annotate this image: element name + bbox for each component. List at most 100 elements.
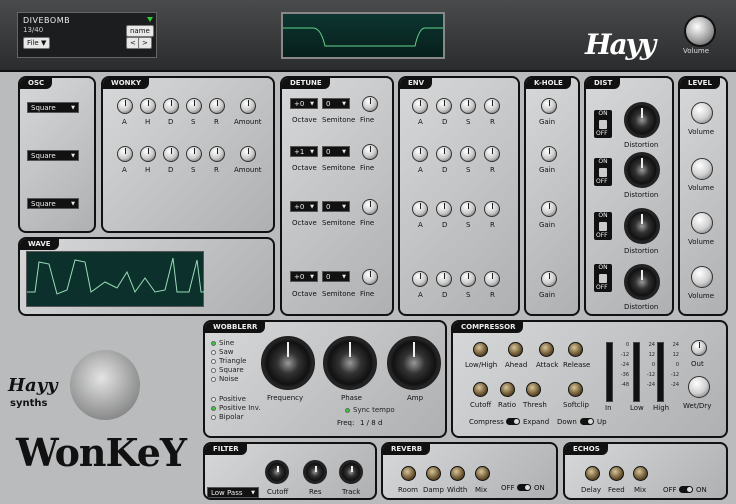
env2-a-knob[interactable] <box>412 146 428 162</box>
file-menu-button[interactable]: File ▼ <box>23 37 51 49</box>
filter-track-knob[interactable] <box>339 460 363 484</box>
wonky1-a-knob[interactable] <box>117 98 133 114</box>
env2-r-knob[interactable] <box>484 146 500 162</box>
env4-s-knob[interactable] <box>460 271 476 287</box>
detune3-octave-select[interactable]: +0 <box>290 201 318 213</box>
dist3-distortion-knob[interactable] <box>624 208 660 244</box>
wonky2-s-knob[interactable] <box>186 146 202 162</box>
env1-s-knob[interactable] <box>460 98 476 114</box>
reverb-width-knob[interactable] <box>450 466 465 481</box>
env4-d-knob[interactable] <box>436 271 452 287</box>
shape-square-radio[interactable]: Square <box>211 366 244 374</box>
comp-thresh-knob[interactable] <box>526 382 541 397</box>
osc3-wave-select[interactable]: Square <box>27 198 79 210</box>
osc1-wave-select[interactable]: Square <box>27 102 79 114</box>
wonky2-d-knob[interactable] <box>163 146 179 162</box>
wonky1-h-knob[interactable] <box>140 98 156 114</box>
reverb-mix-knob[interactable] <box>475 466 490 481</box>
comp-wetdry-knob[interactable] <box>688 376 710 398</box>
dist1-switch[interactable]: ON OFF <box>594 110 612 138</box>
comp-ahead-knob[interactable] <box>508 342 523 357</box>
wonky2-r-knob[interactable] <box>209 146 225 162</box>
env3-s-knob[interactable] <box>460 201 476 217</box>
wobble-phase-knob[interactable] <box>323 336 377 390</box>
reverb-damp-knob[interactable] <box>426 466 441 481</box>
env2-s-knob[interactable] <box>460 146 476 162</box>
comp-out-knob[interactable] <box>691 340 707 356</box>
name-button[interactable]: name <box>126 25 154 37</box>
sync-tempo-toggle[interactable]: Sync tempo <box>345 406 395 414</box>
polarity-positive-radio[interactable]: Positive <box>211 395 246 403</box>
detune2-octave-select[interactable]: +1 <box>290 146 318 158</box>
level2-volume-knob[interactable] <box>691 158 713 180</box>
level3-volume-knob[interactable] <box>691 212 713 234</box>
wonky1-r-knob[interactable] <box>209 98 225 114</box>
filter-res-knob[interactable] <box>303 460 327 484</box>
detune3-fine-knob[interactable] <box>362 199 378 215</box>
compress-expand-toggle[interactable] <box>506 418 520 425</box>
dist2-switch[interactable]: ON OFF <box>594 158 612 186</box>
echo-onoff-toggle[interactable] <box>679 486 693 493</box>
shape-noise-radio[interactable]: Noise <box>211 375 238 383</box>
detune1-semitone-select[interactable]: 0 <box>322 98 350 110</box>
wonky2-a-knob[interactable] <box>117 146 133 162</box>
comp-cutoff-knob[interactable] <box>473 382 488 397</box>
khole2-gain-knob[interactable] <box>541 146 557 162</box>
shape-saw-radio[interactable]: Saw <box>211 348 233 356</box>
env3-a-knob[interactable] <box>412 201 428 217</box>
reverb-onoff-toggle[interactable] <box>517 484 531 491</box>
dist1-distortion-knob[interactable] <box>624 102 660 138</box>
env3-r-knob[interactable] <box>484 201 500 217</box>
wonky2-h-knob[interactable] <box>140 146 156 162</box>
wonky1-s-knob[interactable] <box>186 98 202 114</box>
env1-a-knob[interactable] <box>412 98 428 114</box>
detune2-semitone-select[interactable]: 0 <box>322 146 350 158</box>
down-up-toggle[interactable] <box>580 418 594 425</box>
khole1-gain-knob[interactable] <box>541 98 557 114</box>
echo-mix-knob[interactable] <box>633 466 648 481</box>
shape-sine-radio[interactable]: Sine <box>211 339 234 347</box>
detune4-semitone-select[interactable]: 0 <box>322 271 350 283</box>
detune4-fine-knob[interactable] <box>362 269 378 285</box>
khole4-gain-knob[interactable] <box>541 271 557 287</box>
comp-ratio-knob[interactable] <box>500 382 515 397</box>
env1-r-knob[interactable] <box>484 98 500 114</box>
env2-d-knob[interactable] <box>436 146 452 162</box>
comp-release-knob[interactable] <box>568 342 583 357</box>
detune1-octave-select[interactable]: +0 <box>290 98 318 110</box>
reverb-room-knob[interactable] <box>401 466 416 481</box>
khole3-gain-knob[interactable] <box>541 201 557 217</box>
detune1-fine-knob[interactable] <box>362 96 378 112</box>
echo-feed-knob[interactable] <box>609 466 624 481</box>
filter-cutoff-knob[interactable] <box>265 460 289 484</box>
next-preset-button[interactable]: > <box>138 37 152 49</box>
wonky2-amount-knob[interactable] <box>240 146 256 162</box>
wonky1-d-knob[interactable] <box>163 98 179 114</box>
dist4-distortion-knob[interactable] <box>624 264 660 300</box>
wonky1-amount-knob[interactable] <box>240 98 256 114</box>
comp-lowhigh-knob[interactable] <box>473 342 488 357</box>
env4-a-knob[interactable] <box>412 271 428 287</box>
wobble-amp-knob[interactable] <box>387 336 441 390</box>
filter-type-select[interactable]: Low Pass <box>207 487 259 498</box>
wobble-frequency-knob[interactable] <box>261 336 315 390</box>
osc2-wave-select[interactable]: Square <box>27 150 79 162</box>
env4-r-knob[interactable] <box>484 271 500 287</box>
master-volume-knob[interactable] <box>686 17 714 45</box>
shape-triangle-radio[interactable]: Triangle <box>211 357 247 365</box>
level4-volume-knob[interactable] <box>691 266 713 288</box>
polarity-bipolar-radio[interactable]: Bipolar <box>211 413 244 421</box>
echo-delay-knob[interactable] <box>585 466 600 481</box>
level1-volume-knob[interactable] <box>691 102 713 124</box>
detune2-fine-knob[interactable] <box>362 144 378 160</box>
detune3-semitone-select[interactable]: 0 <box>322 201 350 213</box>
comp-attack-knob[interactable] <box>539 342 554 357</box>
env3-d-knob[interactable] <box>436 201 452 217</box>
detune4-octave-select[interactable]: +0 <box>290 271 318 283</box>
env1-d-knob[interactable] <box>436 98 452 114</box>
dist2-distortion-knob[interactable] <box>624 152 660 188</box>
polarity-positive-inv-radio[interactable]: Positive Inv. <box>211 404 261 412</box>
dist4-switch[interactable]: ON OFF <box>594 264 612 292</box>
dist3-switch[interactable]: ON OFF <box>594 212 612 240</box>
comp-softclip-knob[interactable] <box>568 382 583 397</box>
